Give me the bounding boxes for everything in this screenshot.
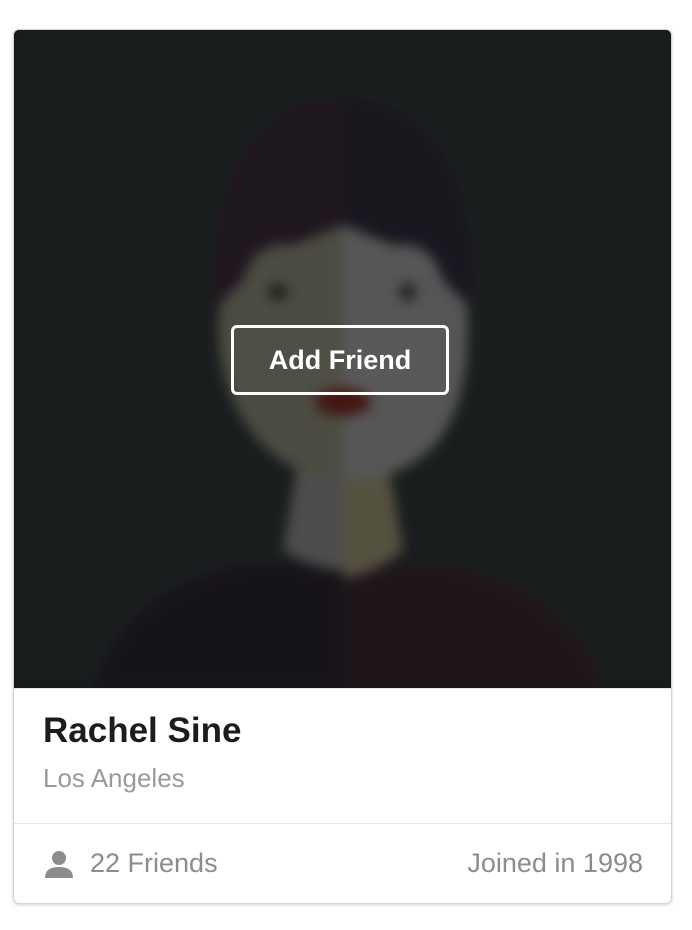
user-icon [45, 850, 73, 878]
friends-link[interactable]: 22 Friends [44, 848, 218, 879]
profile-image[interactable]: Add Friend [14, 30, 671, 688]
add-friend-button[interactable]: Add Friend [231, 325, 449, 395]
profile-card: Add Friend Rachel Sine Los Angeles 22 Fr… [13, 29, 672, 904]
card-content: Rachel Sine Los Angeles [14, 688, 671, 823]
profile-location: Los Angeles [43, 763, 185, 793]
card-extra: 22 Friends Joined in 1998 [14, 823, 671, 903]
friends-count: 22 Friends [90, 848, 218, 878]
profile-name: Rachel Sine [43, 711, 242, 750]
joined-date: Joined in 1998 [467, 848, 643, 878]
